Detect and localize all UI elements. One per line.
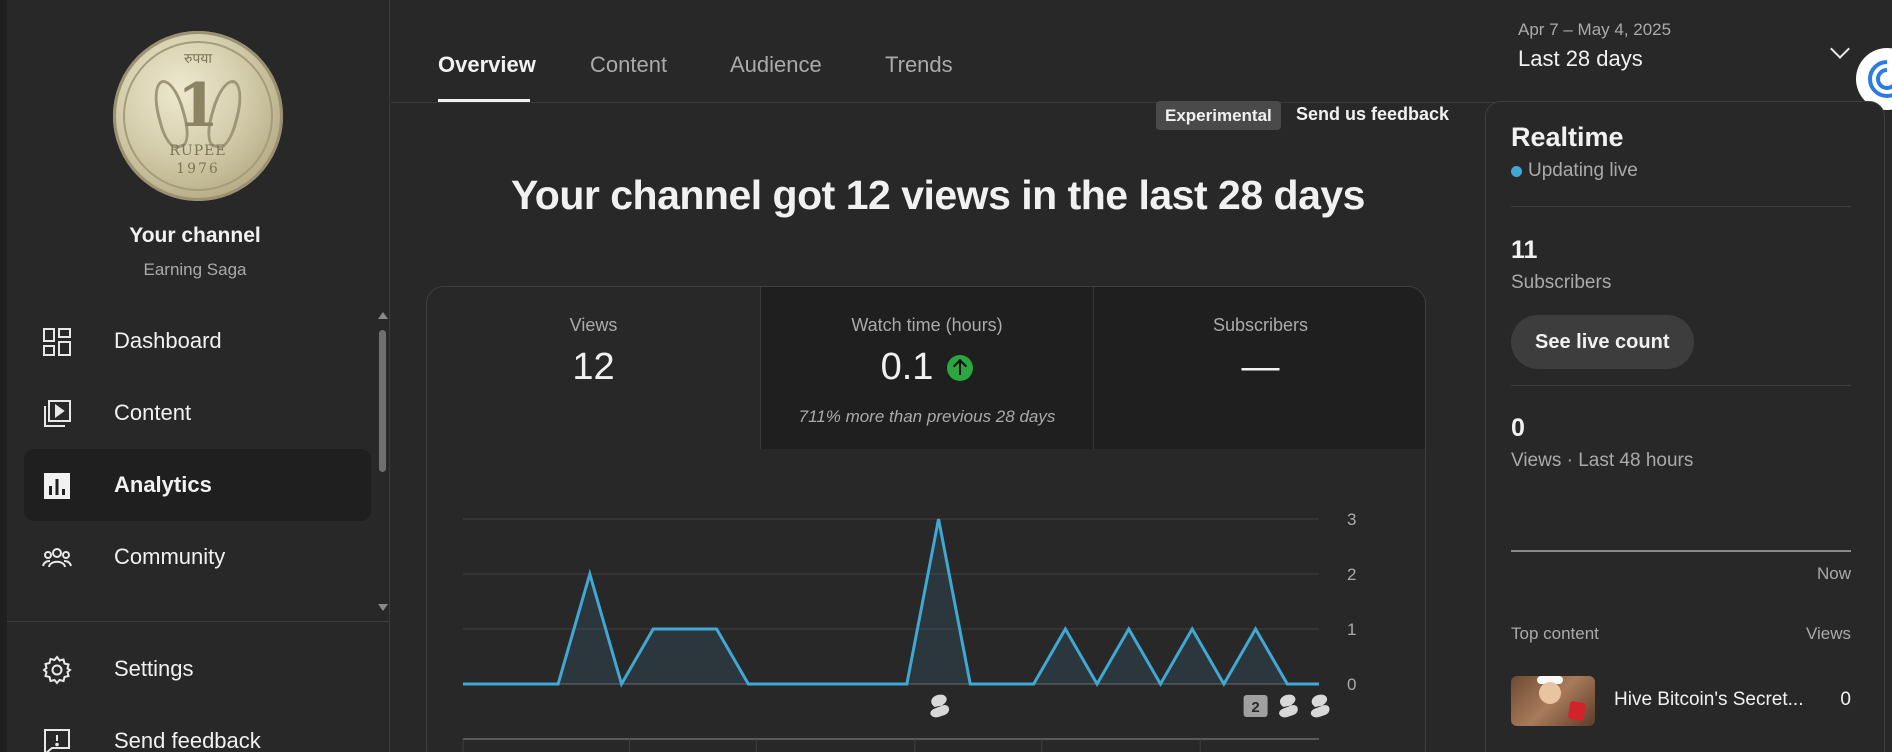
metric-value-row: — [1242, 346, 1280, 389]
shorts-icon [1310, 694, 1330, 718]
live-dot-icon [1511, 165, 1522, 177]
sidebar-item-send-feedback[interactable]: Send feedback [24, 705, 371, 752]
realtime-subscribers-value: 11 [1511, 236, 1538, 264]
page-headline: Your channel got 12 views in the last 28… [511, 172, 1365, 218]
date-range-picker[interactable]: Apr 7 – May 4, 2025 Last 28 days [1518, 20, 1858, 80]
date-range-label: Last 28 days [1518, 46, 1643, 71]
realtime-chart-axis [1511, 550, 1851, 552]
sidebar-item-label: Content [114, 400, 192, 425]
gear-icon [42, 655, 72, 685]
channel-title: Your channel [129, 224, 261, 247]
y-tick-label: 0 [1347, 675, 1356, 694]
thumbnail-face [1539, 682, 1561, 704]
views-chart-svg: 0 1 2 3 2 [462, 510, 1356, 752]
feedback-icon [44, 729, 70, 752]
metric-note: 711% more than previous 28 days [798, 407, 1056, 426]
metric-value-row: 0.1 [881, 346, 974, 389]
metrics-card: Views 12 Watch time (hours) 0.1 711% mor… [426, 286, 1426, 752]
coin-year: 1976 [176, 161, 220, 177]
tab-bar: Overview Content Audience Trends Apr 7 –… [391, 0, 1892, 110]
thumbnail-accent [1567, 700, 1587, 722]
views-chart[interactable]: 0 1 2 3 2 [427, 449, 1425, 752]
sidebar-item-label: Send feedback [114, 728, 261, 752]
metric-label: Subscribers [1212, 315, 1309, 335]
studio-app: रुपया 1 RUPEE 1976 Your channel Earning … [0, 0, 1892, 752]
sidebar-item-community[interactable]: Community [24, 521, 371, 593]
community-icon [42, 548, 72, 568]
sidebar-item-label: Dashboard [114, 328, 222, 353]
metric-value: — [1241, 346, 1280, 388]
realtime-panel: Realtime Updating live 11 Subscribers Se… [1485, 101, 1885, 752]
metric-label: Views [569, 315, 618, 335]
metric-label: Watch time (hours) [851, 315, 1003, 335]
sidebar-divider [7, 621, 389, 622]
sidebar: रुपया 1 RUPEE 1976 Your channel Earning … [0, 0, 390, 752]
realtime-views-value: 0 [1511, 414, 1525, 442]
coin-unit: RUPEE [169, 143, 227, 159]
tab-overview[interactable]: Overview [438, 52, 536, 78]
top-content-row[interactable]: Hive Bitcoin's Secret... 0 [1511, 676, 1851, 726]
video-title: Hive Bitcoin's Secret... [1614, 689, 1804, 710]
top-content-views-label: Views [1805, 624, 1851, 643]
sidebar-item-content[interactable]: Content [24, 377, 371, 449]
send-us-feedback-link[interactable]: Send us feedback [1296, 104, 1449, 125]
series-area [463, 519, 1319, 684]
experimental-badge: Experimental [1156, 101, 1281, 130]
marker-count-label: 2 [1251, 699, 1259, 716]
sidebar-item-dashboard[interactable]: Dashboard [24, 305, 371, 377]
sidebar-item-settings[interactable]: Settings [24, 633, 371, 705]
sidebar-item-label: Analytics [114, 472, 212, 497]
channel-name: Earning Saga [143, 260, 247, 279]
sidebar-scrollbar[interactable] [378, 312, 388, 612]
sidebar-item-label: Community [114, 544, 226, 569]
realtime-subscribers-label: Subscribers [1511, 272, 1612, 293]
sidebar-bottom-nav: Settings Send feedback [24, 633, 371, 752]
main-area: Overview Content Audience Trends Apr 7 –… [391, 0, 1892, 752]
active-tab-underline [438, 99, 530, 102]
top-content-header: Top content Views [1511, 624, 1851, 644]
live-label: Updating live [1528, 160, 1638, 181]
realtime-now-label: Now [1816, 564, 1851, 583]
y-tick-label: 3 [1347, 510, 1356, 529]
realtime-title: Realtime [1511, 122, 1624, 152]
sidebar-edge [0, 0, 7, 752]
live-indicator: Updating live [1511, 160, 1638, 182]
coin-value: 1 [177, 71, 219, 141]
metric-views[interactable]: Views 12 [427, 287, 760, 449]
dashboard-icon [43, 328, 71, 356]
scroll-up-arrow[interactable] [378, 312, 388, 319]
y-tick-label: 1 [1347, 620, 1356, 639]
video-thumbnail [1511, 676, 1595, 726]
see-live-count-button[interactable]: See live count [1511, 315, 1694, 369]
tab-content[interactable]: Content [590, 52, 667, 78]
date-range-dates: Apr 7 – May 4, 2025 [1518, 20, 1672, 39]
content-icon [44, 400, 71, 427]
shorts-icon [1279, 694, 1298, 718]
metric-value-row: 12 [572, 346, 614, 389]
divider [1511, 206, 1851, 207]
sidebar-item-analytics[interactable]: Analytics [24, 449, 371, 521]
metric-watch-time[interactable]: Watch time (hours) 0.1 711% more than pr… [760, 287, 1093, 449]
divider [1511, 385, 1851, 386]
scroll-down-arrow[interactable] [378, 604, 388, 611]
metric-subscribers[interactable]: Subscribers — [1093, 287, 1425, 449]
metric-value: 0.1 [880, 346, 934, 388]
analytics-icon [44, 473, 70, 499]
shorts-icon [930, 694, 950, 718]
y-tick-label: 2 [1347, 565, 1356, 584]
scroll-thumb[interactable] [379, 330, 386, 472]
avatar[interactable]: रुपया 1 RUPEE 1976 [113, 31, 283, 201]
sidebar-item-label: Settings [114, 656, 194, 681]
metric-value: 12 [572, 346, 615, 388]
trend-up-icon [947, 354, 974, 381]
tab-audience[interactable]: Audience [730, 52, 822, 78]
realtime-views-label: Views · Last 48 hours [1511, 450, 1694, 471]
top-content-label: Top content [1511, 624, 1599, 643]
sidebar-nav: Dashboard Content Analytics Community [24, 305, 371, 593]
tab-trends[interactable]: Trends [885, 52, 953, 78]
video-views: 0 [1840, 689, 1851, 710]
coin-top-text: रुपया [183, 51, 213, 67]
